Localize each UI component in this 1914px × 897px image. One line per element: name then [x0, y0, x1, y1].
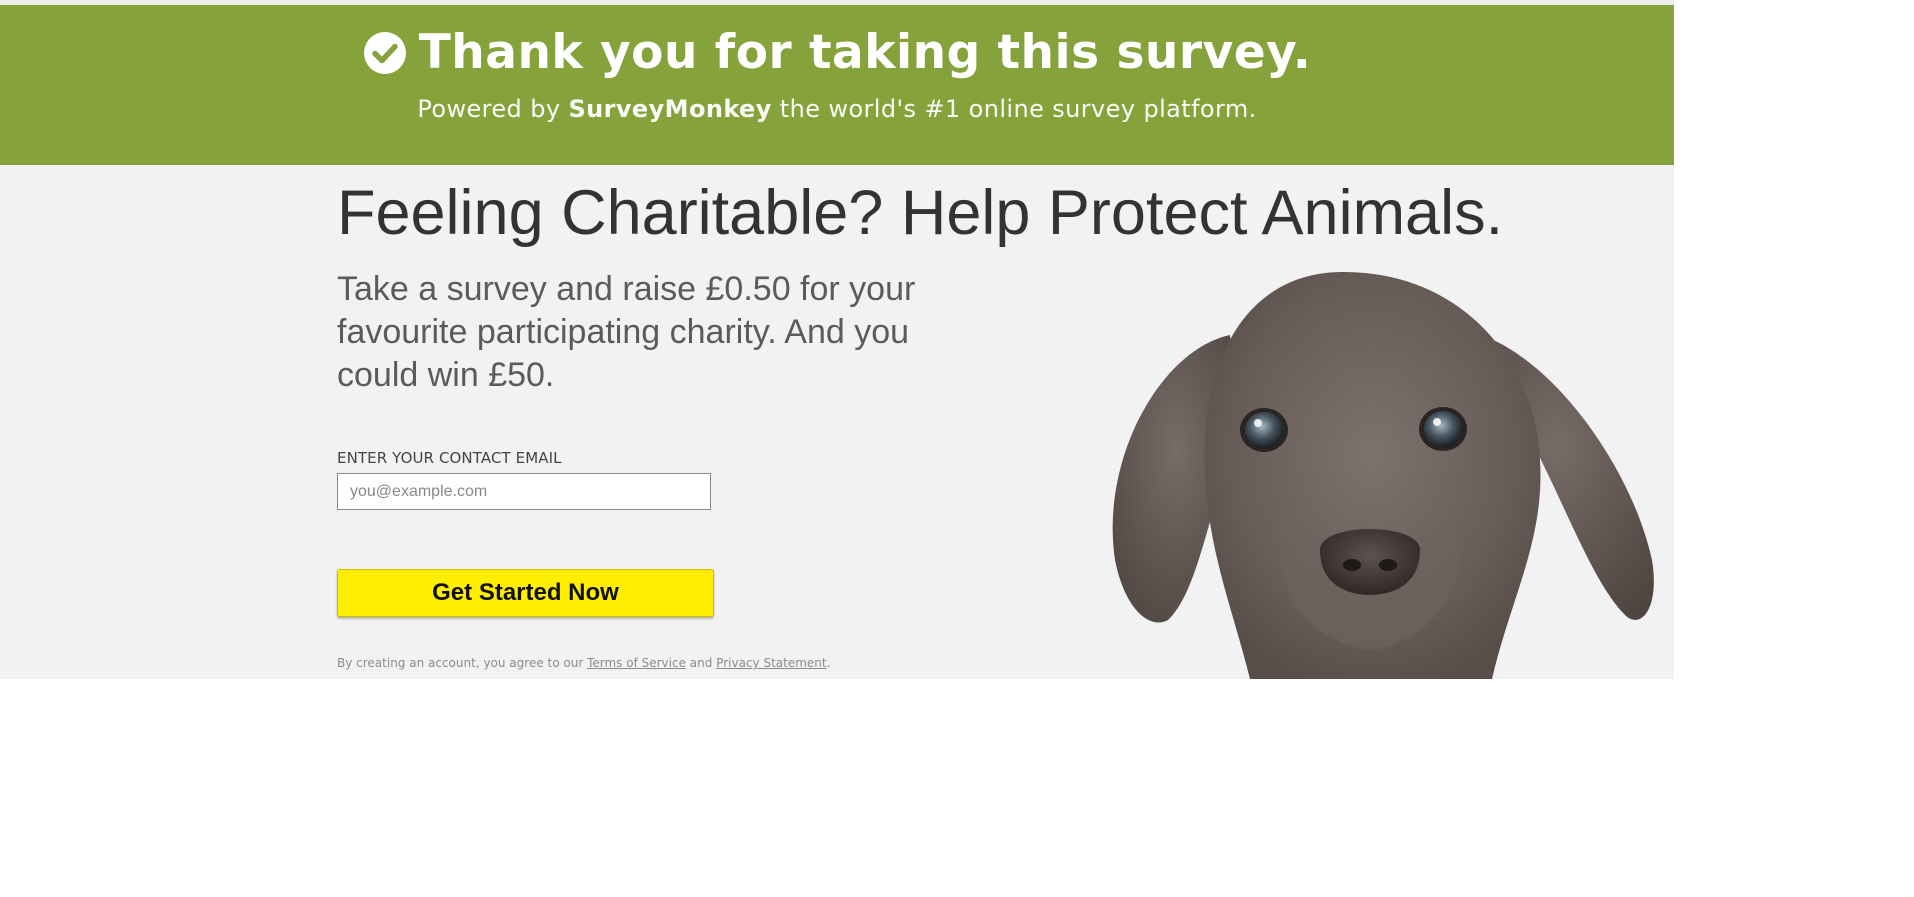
legal-notice: By creating an account, you agree to our… — [337, 656, 830, 670]
legal-text-and: and — [685, 656, 717, 670]
promo-headline: Feeling Charitable? Help Protect Animals… — [337, 178, 1504, 248]
promo-body: Take a survey and raise £0.50 for your f… — [337, 270, 916, 394]
check-circle-icon — [363, 31, 406, 74]
email-input[interactable] — [337, 473, 711, 510]
get-started-button[interactable]: Get Started Now — [337, 569, 714, 617]
privacy-statement-link[interactable]: Privacy Statement — [716, 656, 826, 670]
banner-title-row: Thank you for taking this survey. — [0, 25, 1674, 80]
banner-subtitle: Powered by SurveyMonkey the world's #1 o… — [0, 95, 1674, 123]
legal-text-pre: By creating an account, you agree to our — [337, 656, 588, 670]
banner-title: Thank you for taking this survey. — [418, 25, 1312, 80]
thank-you-banner: Thank you for taking this survey. Powere… — [0, 5, 1674, 165]
brand-name: SurveyMonkey — [568, 95, 772, 123]
terms-of-service-link[interactable]: Terms of Service — [587, 656, 686, 670]
legal-text-post: . — [826, 656, 831, 670]
banner-subtitle-post: the world's #1 online survey platform. — [771, 95, 1257, 123]
email-label: ENTER YOUR CONTACT EMAIL — [337, 449, 562, 467]
banner-subtitle-pre: Powered by — [417, 95, 569, 123]
charity-promo: Feeling Charitable? Help Protect Animals… — [0, 165, 1674, 679]
puppy-photo — [1040, 260, 1674, 679]
